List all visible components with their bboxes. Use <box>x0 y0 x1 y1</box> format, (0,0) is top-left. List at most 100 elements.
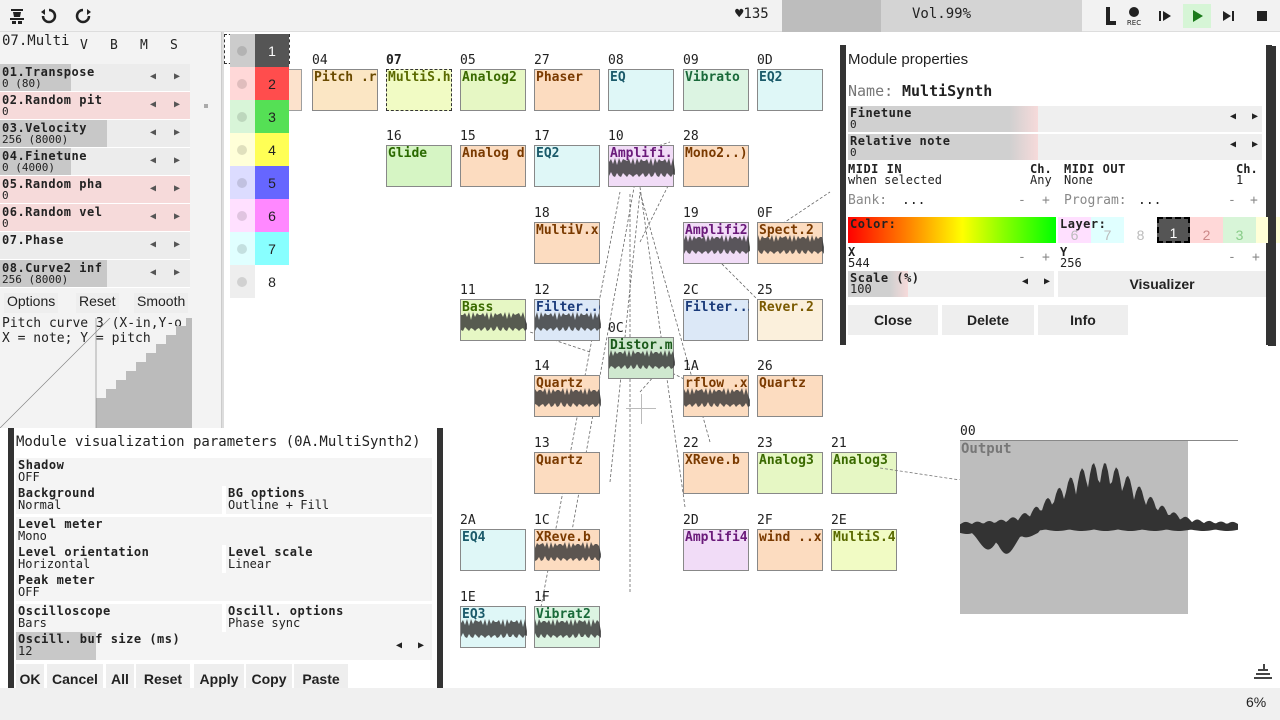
column-m[interactable]: M <box>140 38 148 53</box>
keyboard-icon[interactable] <box>1250 658 1276 684</box>
controller-decrease[interactable]: ◀ <box>150 267 156 278</box>
reset-button[interactable]: Reset <box>76 293 119 313</box>
layer-dot-2[interactable] <box>230 67 255 100</box>
controller-decrease[interactable]: ◀ <box>150 99 156 110</box>
play-from-start-icon[interactable] <box>1151 4 1179 28</box>
controller-increase[interactable]: ▶ <box>174 267 180 278</box>
buf-size-decrease[interactable]: ◀ <box>396 640 402 651</box>
vis-param-oscill-buf-size-ms[interactable]: Oscill. buf size (ms) 12 <box>16 632 432 660</box>
layer-cell-8[interactable]: 8 <box>1124 217 1157 243</box>
module-1E[interactable]: EQ3 <box>460 606 527 648</box>
controller-7[interactable]: 07.Phase ◀ ▶ <box>0 232 190 260</box>
module-23[interactable]: Analog3 <box>757 452 823 494</box>
layer-picker[interactable]: Layer: 6781234 <box>1058 217 1280 243</box>
controller-increase[interactable]: ▶ <box>174 211 180 222</box>
module-08[interactable]: EQ <box>608 69 674 111</box>
undo-icon[interactable] <box>36 4 62 28</box>
module-1F[interactable]: Vibrat2 <box>534 606 601 648</box>
program-value[interactable]: ... <box>1138 193 1161 208</box>
x-position[interactable]: X 544 - + <box>848 245 1056 271</box>
scale-slider[interactable]: Scale (%) 100 ◀ ▶ <box>848 271 1054 297</box>
delete-button[interactable]: Delete <box>942 305 1034 335</box>
menu-icon[interactable] <box>4 4 30 28</box>
finetune-decrease[interactable]: ◀ <box>1230 111 1236 122</box>
module-19[interactable]: Amplifi2 <box>683 222 750 264</box>
smooth-button[interactable]: Smooth <box>134 293 189 313</box>
module-07[interactable]: MultiS.h <box>386 69 452 111</box>
vis-param-shadow[interactable]: Shadow OFF <box>16 458 432 486</box>
vis-param-background[interactable]: Background Normal <box>16 486 222 514</box>
info-button[interactable]: Info <box>1038 305 1128 335</box>
module-16[interactable]: Glide <box>386 145 452 187</box>
bank-value[interactable]: ... <box>902 193 925 208</box>
props-scrollbar[interactable] <box>1268 46 1276 346</box>
module-18[interactable]: MultiV.x <box>534 222 600 264</box>
finetune-slider[interactable]: Finetune 0 ◀ ▶ <box>848 106 1262 132</box>
module-0F[interactable]: Spect.2 <box>757 222 824 264</box>
record-icon[interactable]: REC <box>1120 4 1148 28</box>
controller-increase[interactable]: ▶ <box>174 239 180 250</box>
y-decrease[interactable]: - <box>1228 250 1236 265</box>
controller-3[interactable]: 03.Velocity 256 (8000) ◀ ▶ <box>0 120 190 148</box>
controller-increase[interactable]: ▶ <box>174 183 180 194</box>
controller-increase[interactable]: ▶ <box>174 127 180 138</box>
layer-4[interactable]: 4 <box>255 133 289 166</box>
midi-out-channel[interactable]: Ch. 1 <box>1236 162 1266 188</box>
redo-icon[interactable] <box>70 4 96 28</box>
layer-5[interactable]: 5 <box>255 166 289 199</box>
module-05[interactable]: Analog2 <box>460 69 526 111</box>
finetune-increase[interactable]: ▶ <box>1252 111 1258 122</box>
vis-param-peak-meter[interactable]: Peak meter OFF <box>16 573 432 601</box>
layer-cell-3[interactable]: 3 <box>1223 217 1256 243</box>
color-picker[interactable]: Color: <box>848 217 1056 243</box>
close-button[interactable]: Close <box>848 305 938 335</box>
layer-cell-2[interactable]: 2 <box>1190 217 1223 243</box>
buf-size-increase[interactable]: ▶ <box>418 640 424 651</box>
module-09[interactable]: Vibrato <box>683 69 749 111</box>
midi-out-selector[interactable]: MIDI OUT None <box>1064 162 1184 188</box>
layer-dot-6[interactable] <box>230 199 255 232</box>
play-pattern-icon[interactable] <box>1215 4 1243 28</box>
module-26[interactable]: Quartz <box>757 375 823 417</box>
scale-increase[interactable]: ▶ <box>1044 276 1050 287</box>
name-field[interactable]: MultiSynth <box>902 82 1262 104</box>
module-14[interactable]: Quartz <box>534 375 601 417</box>
module-10[interactable]: Amplifi.r <box>608 145 675 187</box>
play-icon[interactable] <box>1183 4 1211 28</box>
program-increase[interactable]: + <box>1250 193 1258 208</box>
vis-param-level-scale[interactable]: Level scale Linear <box>226 545 432 573</box>
layer-dot-5[interactable] <box>230 166 255 199</box>
module-25[interactable]: Rever.2 <box>757 299 823 341</box>
layer-1[interactable]: 1 <box>255 34 289 67</box>
visualizer-button[interactable]: Visualizer <box>1058 271 1266 297</box>
controller-2[interactable]: 02.Random pit 0 ◀ ▶ <box>0 92 190 120</box>
module-27[interactable]: Phaser <box>534 69 600 111</box>
controller-8[interactable]: 08.Curve2 inf 256 (8000) ◀ ▶ <box>0 260 190 288</box>
module-17[interactable]: EQ2 <box>534 145 600 187</box>
stop-icon[interactable] <box>1248 4 1276 28</box>
scale-decrease[interactable]: ◀ <box>1022 276 1028 287</box>
controller-decrease[interactable]: ◀ <box>150 239 156 250</box>
layer-cell-1[interactable]: 1 <box>1157 217 1190 243</box>
controller-decrease[interactable]: ◀ <box>150 155 156 166</box>
midi-in-selector[interactable]: MIDI IN when selected <box>848 162 1028 188</box>
column-b[interactable]: B <box>110 38 118 53</box>
controller-4[interactable]: 04.Finetune 0 (4000) ◀ ▶ <box>0 148 190 176</box>
module-15[interactable]: Analog d <box>460 145 526 187</box>
controller-decrease[interactable]: ◀ <box>150 71 156 82</box>
y-position[interactable]: Y 256 - + <box>1058 245 1266 271</box>
module-0D[interactable]: EQ2 <box>757 69 823 111</box>
layer-dot-4[interactable] <box>230 133 255 166</box>
relative-note-slider[interactable]: Relative note 0 ◀ ▶ <box>848 134 1262 160</box>
module-2C[interactable]: Filter..3 <box>683 299 749 341</box>
controller-decrease[interactable]: ◀ <box>150 211 156 222</box>
module-11[interactable]: Bass <box>460 299 527 341</box>
controller-1[interactable]: 01.Transpose 0 (80) ◀ ▶ <box>0 64 190 92</box>
module-13[interactable]: Quartz <box>534 452 600 494</box>
module-12[interactable]: Filter..o <box>534 299 601 341</box>
column-v[interactable]: V <box>80 38 88 53</box>
controller-decrease[interactable]: ◀ <box>150 183 156 194</box>
volume-slider[interactable]: Vol.99% <box>782 0 1082 32</box>
controller-increase[interactable]: ▶ <box>174 99 180 110</box>
layer-dot-3[interactable] <box>230 100 255 133</box>
